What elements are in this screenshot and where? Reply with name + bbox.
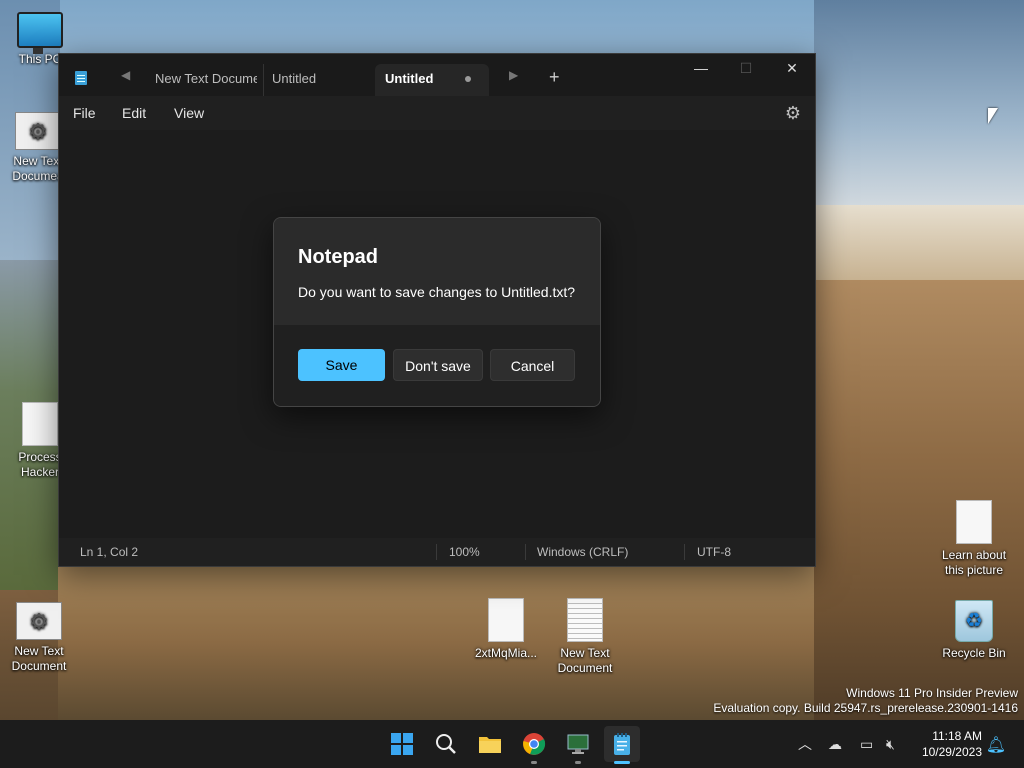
- desktop-icon-label: New Text Document: [557, 646, 613, 675]
- zoom-level: 100%: [449, 545, 480, 559]
- dialog-message: Do you want to save changes to Untitled.…: [298, 284, 576, 300]
- menu-edit[interactable]: Edit: [122, 105, 146, 121]
- text-file-icon: [567, 598, 603, 642]
- computer-app-icon: [567, 734, 589, 754]
- running-indicator: [575, 761, 581, 764]
- status-bar: Ln 1, Col 2 100% Windows (CRLF) UTF-8: [59, 538, 815, 566]
- notepad-app-icon: [75, 71, 87, 85]
- clock-date: 10/29/2023: [921, 745, 982, 759]
- new-tab-button[interactable]: +: [549, 68, 560, 86]
- tab-new-text-document[interactable]: New Text Document: [155, 64, 257, 96]
- close-button[interactable]: ✕: [769, 54, 815, 82]
- clock[interactable]: 11:18 AM 10/29/2023: [922, 728, 982, 760]
- file-icon: [956, 500, 992, 544]
- chrome-icon: [523, 733, 546, 755]
- wallpaper-bottom: [58, 566, 814, 720]
- cursor-position: Ln 1, Col 2: [80, 545, 139, 559]
- network-icon: ▭: [860, 735, 874, 752]
- title-bar[interactable]: ◀ New Text Document Untitled Untitled ▶ …: [59, 54, 815, 96]
- pc-app-button[interactable]: [560, 726, 596, 764]
- chevron-up-icon: ︿: [798, 736, 812, 752]
- dialog-title: Notepad: [298, 246, 378, 268]
- desktop-icon-label: Recycle Bin: [942, 646, 1006, 660]
- save-button[interactable]: Save: [298, 349, 385, 381]
- tab-untitled-1[interactable]: Untitled: [263, 64, 372, 96]
- cloud-icon: ☁: [828, 735, 842, 752]
- shortcut-file-icon: [22, 402, 58, 446]
- file-icon: [488, 598, 524, 642]
- desktop-icon-label: 2xtMqMia...: [474, 646, 537, 660]
- menu-bar: File Edit View ⚙: [59, 96, 815, 130]
- status-divider: [684, 544, 685, 560]
- recycle-bin-icon: ♻: [955, 600, 993, 642]
- gear-file-icon: ⚙: [16, 602, 62, 640]
- volume-tray-button[interactable]: 🔇︎: [886, 720, 895, 768]
- save-changes-dialog: Notepad Do you want to save changes to U…: [273, 217, 601, 407]
- network-tray-button[interactable]: ▭: [860, 720, 873, 768]
- chrome-button[interactable]: [516, 726, 552, 764]
- wallpaper-sky-right: [814, 0, 1024, 210]
- windows-logo-icon: [391, 733, 413, 755]
- menu-file[interactable]: File: [73, 105, 96, 121]
- notepad-taskbar-button[interactable]: [604, 726, 640, 764]
- running-indicator: [531, 761, 537, 764]
- desktop-icon-label: New Text Document: [11, 644, 67, 673]
- tab-label: Untitled: [272, 71, 317, 86]
- cancel-button[interactable]: Cancel: [490, 349, 575, 381]
- tab-label: Untitled: [385, 71, 434, 86]
- notepad-icon: [614, 733, 630, 755]
- active-indicator: [614, 761, 630, 764]
- desktop-icon-2xtmqmia[interactable]: 2xtMqMia...: [468, 598, 544, 661]
- search-button[interactable]: [428, 726, 464, 762]
- monitor-icon: [17, 12, 63, 54]
- desktop-icon-new-text-doc-2[interactable]: ⚙ New Text Document: [1, 602, 77, 674]
- desktop-icon-learn-picture[interactable]: Learn about this picture: [936, 500, 1012, 578]
- folder-icon: [479, 737, 501, 753]
- maximize-button[interactable]: ☐: [723, 54, 769, 82]
- windows-watermark: Windows 11 Pro Insider Preview Evaluatio…: [713, 686, 1018, 716]
- dont-save-button[interactable]: Don't save: [393, 349, 483, 381]
- scroll-tabs-left-icon[interactable]: ◀: [121, 68, 130, 82]
- onedrive-tray-button[interactable]: ☁: [828, 720, 842, 768]
- scroll-tabs-right-icon[interactable]: ▶: [509, 68, 518, 82]
- settings-gear-icon[interactable]: ⚙: [785, 103, 801, 124]
- mouse-cursor-icon: [988, 108, 998, 124]
- speaker-muted-icon: 🔇︎: [886, 735, 895, 752]
- menu-view[interactable]: View: [174, 105, 204, 121]
- status-divider: [525, 544, 526, 560]
- desktop-icon-label: Learn about this picture: [941, 548, 1007, 577]
- file-explorer-button[interactable]: [472, 726, 508, 762]
- desktop-icon-new-text-doc-3[interactable]: New Text Document: [547, 598, 623, 676]
- status-divider: [436, 544, 437, 560]
- clock-time: 11:18 AM: [932, 729, 982, 743]
- desktop-icon-recycle-bin[interactable]: ♻ Recycle Bin: [936, 600, 1012, 661]
- watermark-edition: Windows 11 Pro Insider Preview: [846, 686, 1018, 700]
- search-icon: [436, 734, 456, 754]
- gear-file-icon: ⚙: [15, 112, 61, 150]
- encoding: UTF-8: [697, 545, 731, 559]
- unsaved-dot-icon: [465, 76, 471, 82]
- wallpaper-town: [814, 205, 1024, 285]
- dialog-content: [274, 218, 600, 325]
- show-hidden-icons-button[interactable]: ︿: [798, 720, 812, 768]
- watermark-build: Evaluation copy. Build 25947.rs_prerelea…: [713, 701, 1018, 715]
- minimize-button[interactable]: —: [678, 54, 724, 82]
- tab-label: New Text Document: [155, 71, 257, 86]
- tab-untitled-active[interactable]: Untitled: [375, 64, 489, 96]
- notification-bell-icon[interactable]: 🔔︎: [986, 735, 1006, 755]
- line-ending: Windows (CRLF): [537, 545, 629, 559]
- start-button[interactable]: [384, 726, 420, 762]
- taskbar: ︿ ☁ ▭ 🔇︎ 11:18 AM 10/29/2023 🔔︎: [0, 720, 1024, 768]
